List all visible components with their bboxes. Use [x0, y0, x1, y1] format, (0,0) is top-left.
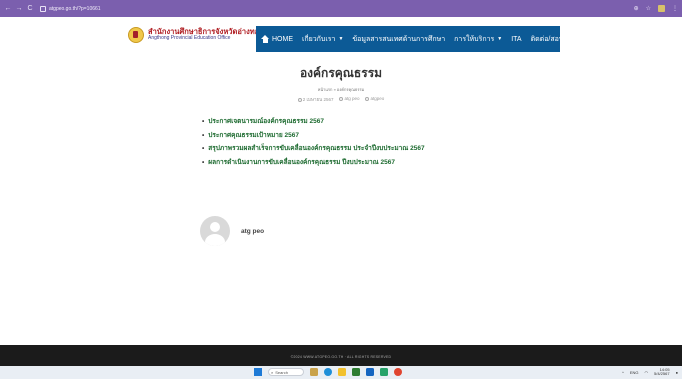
document-link[interactable]: ประกาศคุณธรรมเป้าหมาย 2567: [202, 129, 425, 143]
word-icon[interactable]: [366, 368, 374, 376]
menu-item-information[interactable]: ข้อมูลสารสนเทศด้านการศึกษา: [352, 34, 445, 45]
emblem-icon: [128, 27, 144, 43]
post-category[interactable]: atgpeo: [365, 96, 384, 103]
browser-actions: ⊕ ☆ ⋮: [634, 5, 678, 12]
copyright-text: ©2024 WWW.ATGPEO.GO.TH · ALL RIGHTS RESE…: [290, 355, 392, 359]
widget-icon[interactable]: [310, 368, 318, 376]
back-button[interactable]: ←: [4, 5, 12, 12]
file-explorer-icon[interactable]: [338, 368, 346, 376]
home-icon: [261, 35, 269, 43]
folder-icon: [365, 96, 370, 101]
chrome-icon[interactable]: [394, 368, 402, 376]
menu-label: ข้อมูลสารสนเทศด้านการศึกษา: [352, 35, 446, 43]
menu-label: เกี่ยวกับเรา: [302, 35, 336, 43]
site-footer: ©2024 WWW.ATGPEO.GO.TH · ALL RIGHTS RESE…: [0, 345, 682, 366]
site-logo[interactable]: สำนักงานศึกษาธิการจังหวัดอ่างทอง Angthon…: [128, 20, 263, 50]
taskbar: ⌕ Search ^ ENG ◠ 14:05 5/4/2567 ●: [0, 366, 682, 379]
system-tray: ^ ENG ◠ 14:05 5/4/2567 ●: [622, 368, 678, 376]
taskbar-apps: ⌕ Search: [254, 368, 402, 376]
menu-label: ติดต่อ/สอบถาม: [530, 35, 577, 43]
chevron-up-icon[interactable]: ^: [622, 370, 624, 375]
forward-button[interactable]: →: [15, 5, 23, 12]
menu-label: HOME: [272, 35, 293, 43]
post-meta: 2 เมษายน 2567 atg peo atgpeo: [0, 96, 682, 103]
browser-nav: ← → C: [4, 5, 34, 12]
brand-text: สำนักงานศึกษาธิการจังหวัดอ่างทอง Angthon…: [148, 28, 263, 41]
browser-toolbar: ← → C atgpeo.go.th/?p=10661 ⊕ ☆ ⋮: [0, 0, 682, 17]
document-link[interactable]: สรุปภาพรวมผลสำเร็จการขับเคลื่อนองค์กรคุณ…: [202, 142, 424, 156]
page-title: องค์กรคุณธรรม: [299, 66, 383, 80]
menu-label: การให้บริการ: [454, 35, 495, 43]
chevron-down-icon: ▼: [497, 36, 503, 42]
main-menu: HOME เกี่ยวกับเรา ▼ ข้อมูลสารสนเทศด้านกา…: [256, 26, 576, 52]
notification-icon[interactable]: ●: [676, 370, 678, 375]
menu-item-about[interactable]: เกี่ยวกับเรา ▼: [302, 34, 343, 45]
menu-item-services[interactable]: การให้บริการ ▼: [454, 34, 502, 45]
excel-icon[interactable]: [352, 368, 360, 376]
zoom-icon[interactable]: ⊕: [634, 5, 639, 12]
app-icon[interactable]: [380, 368, 388, 376]
org-name-en: Angthong Provincial Education Office: [148, 35, 231, 42]
taskbar-clock[interactable]: 14:05 5/4/2567: [654, 368, 670, 376]
chevron-down-icon: ▼: [338, 36, 344, 42]
menu-label: ITA: [511, 35, 522, 43]
windows-start-icon[interactable]: [254, 368, 262, 376]
edge-icon[interactable]: [324, 368, 332, 376]
site-info-icon[interactable]: [40, 5, 46, 12]
document-link[interactable]: ผลการดำเนินงานการขับเคลื่อนองค์กรคุณธรรม…: [202, 156, 425, 170]
clock-icon: [297, 97, 302, 102]
menu-dots-icon[interactable]: ⋮: [672, 5, 678, 12]
bookmark-star-icon[interactable]: ☆: [646, 5, 651, 12]
avatar: [200, 216, 230, 246]
breadcrumb[interactable]: หน้าแรก » องค์กรคุณธรรม: [0, 86, 682, 93]
extension-icon[interactable]: [658, 5, 665, 12]
menu-item-home[interactable]: HOME: [261, 35, 293, 43]
menu-item-contact[interactable]: ติดต่อ/สอบถาม: [531, 34, 577, 45]
author-box: atg peo: [200, 216, 264, 246]
post-date: 2 เมษายน 2567: [297, 96, 333, 103]
address-bar[interactable]: atgpeo.go.th/?p=10661: [40, 3, 101, 14]
wifi-icon[interactable]: ◠: [645, 370, 649, 375]
document-link[interactable]: ประกาศเจตนารมณ์องค์กรคุณธรรม 2567: [202, 115, 425, 129]
taskbar-search[interactable]: ⌕ Search: [268, 368, 304, 376]
menu-item-ita[interactable]: ITA: [511, 36, 521, 43]
document-link-list: ประกาศเจตนารมณ์องค์กรคุณธรรม 2567 ประกาศ…: [202, 115, 425, 170]
url-text[interactable]: atgpeo.go.th/?p=10661: [49, 6, 101, 12]
author-name[interactable]: atg peo: [241, 228, 264, 235]
post-author[interactable]: atg peo: [339, 96, 359, 103]
search-placeholder: Search: [275, 369, 288, 375]
reload-button[interactable]: C: [26, 5, 34, 12]
language-indicator[interactable]: ENG: [630, 370, 639, 375]
user-icon: [339, 96, 344, 101]
search-icon: ⌕: [271, 369, 274, 375]
